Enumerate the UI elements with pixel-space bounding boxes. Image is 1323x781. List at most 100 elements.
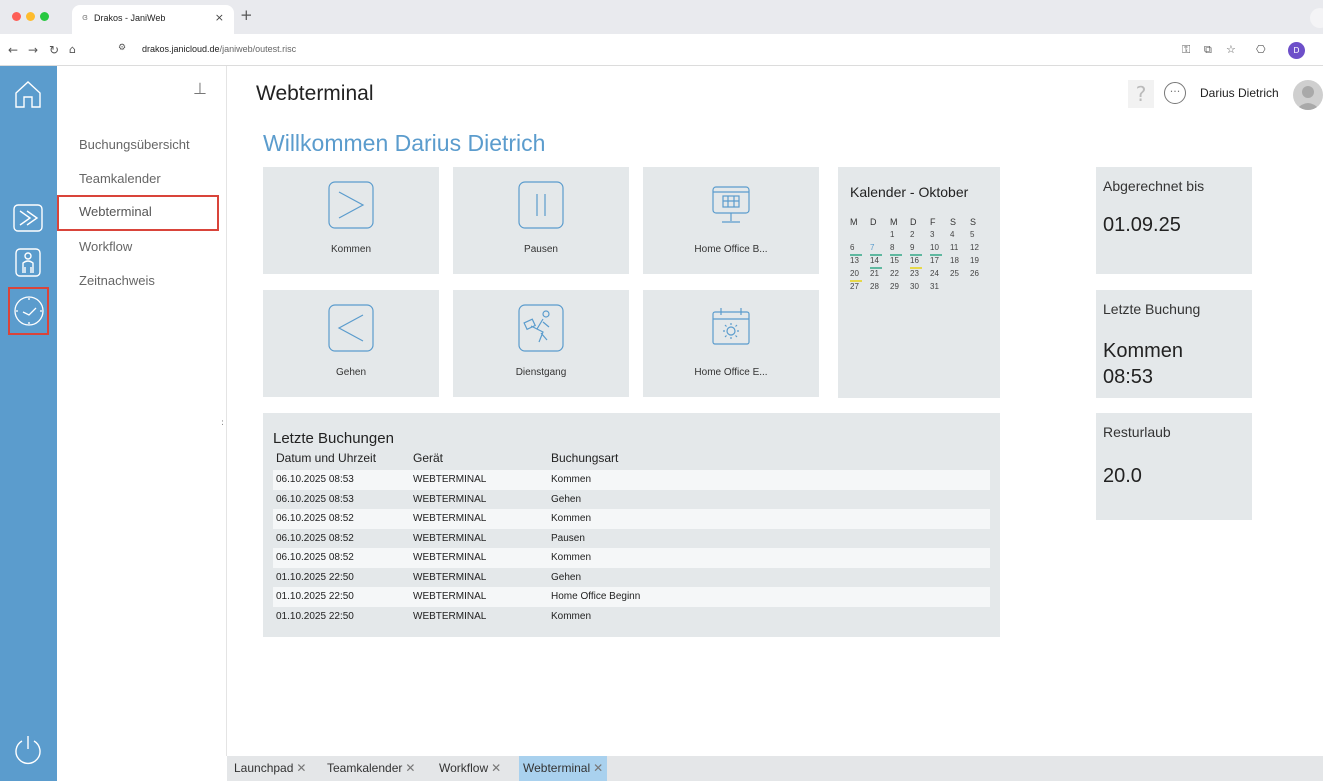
calendar-day[interactable]: 11 bbox=[950, 243, 970, 256]
close-icon[interactable]: ✕ bbox=[491, 761, 501, 775]
user-avatar[interactable] bbox=[1293, 80, 1323, 110]
sidebar-nav: ⊥ Buchungsübersicht Teamkalender Webterm… bbox=[57, 66, 227, 756]
bottom-tab-workflow[interactable]: Workflow ✕ bbox=[435, 756, 505, 781]
tile-gehen[interactable]: Gehen bbox=[263, 290, 439, 397]
table-cell: WEBTERMINAL bbox=[413, 571, 487, 583]
calendar-day[interactable]: 20 bbox=[850, 269, 870, 282]
calendar-day[interactable]: 30 bbox=[910, 282, 930, 295]
calendar-day[interactable]: 29 bbox=[890, 282, 910, 295]
chat-icon[interactable]: ··· bbox=[1164, 82, 1186, 104]
calendar-day[interactable]: 31 bbox=[930, 282, 950, 295]
table-row[interactable]: 06.10.2025 08:52 WEBTERMINAL Pausen bbox=[273, 529, 990, 549]
tile-label: Gehen bbox=[335, 367, 367, 378]
help-icon[interactable]: ? bbox=[1128, 80, 1154, 108]
table-row[interactable]: 01.10.2025 22:50 WEBTERMINAL Kommen bbox=[273, 607, 990, 627]
window-close-button[interactable] bbox=[12, 12, 21, 21]
calendar-day[interactable]: 16 bbox=[910, 256, 930, 269]
calendar-day[interactable]: 1 bbox=[890, 230, 910, 243]
favicon-icon: ɞ bbox=[82, 13, 88, 23]
clock-icon[interactable] bbox=[8, 287, 49, 335]
calendar-day[interactable]: 22 bbox=[890, 269, 910, 282]
back-icon[interactable]: ← bbox=[8, 43, 18, 57]
calendar-widget: Kalender - Oktober M D M D F S S 1 2 3 4 5 6 7 8 9 10 11 1… bbox=[838, 167, 1000, 398]
browser-tab[interactable]: ɞ Drakos - JaniWeb × bbox=[72, 5, 234, 34]
tile-label: Kommen bbox=[330, 244, 371, 255]
calendar-day[interactable]: 13 bbox=[850, 256, 870, 269]
browser-tab-strip: ɞ Drakos - JaniWeb × + bbox=[0, 0, 1323, 34]
extensions-icon[interactable]: ⎔ bbox=[1256, 43, 1266, 56]
bottom-tab-launchpad[interactable]: Launchpad ✕ bbox=[230, 756, 310, 781]
power-icon[interactable] bbox=[10, 732, 46, 768]
sidebar-item-workflow[interactable]: Workflow bbox=[57, 230, 219, 264]
calendar-day[interactable]: 4 bbox=[950, 230, 970, 243]
person-badge-icon[interactable] bbox=[10, 244, 46, 280]
window-zoom-button[interactable] bbox=[40, 12, 49, 21]
monitor-sun-icon bbox=[712, 308, 750, 345]
close-icon[interactable]: ✕ bbox=[296, 761, 306, 775]
home-icon[interactable]: ⌂ bbox=[69, 43, 76, 56]
calendar-day[interactable]: 3 bbox=[930, 230, 950, 243]
calendar-day[interactable]: 10 bbox=[930, 243, 950, 256]
calendar-day[interactable]: 21 bbox=[870, 269, 890, 282]
calendar-day[interactable]: 19 bbox=[970, 256, 990, 269]
table-row[interactable]: 06.10.2025 08:53 WEBTERMINAL Gehen bbox=[273, 490, 990, 510]
calendar-day[interactable]: 2 bbox=[910, 230, 930, 243]
table-cell: WEBTERMINAL bbox=[413, 532, 487, 544]
table-row[interactable]: 06.10.2025 08:53 WEBTERMINAL Kommen bbox=[273, 470, 990, 490]
sidebar-item-webterminal[interactable]: Webterminal bbox=[57, 195, 219, 231]
close-icon[interactable]: ✕ bbox=[405, 761, 415, 775]
star-icon[interactable]: ☆ bbox=[1226, 43, 1236, 56]
tile-kommen[interactable]: Kommen bbox=[263, 167, 439, 274]
site-settings-icon[interactable]: ⚙ bbox=[118, 43, 126, 53]
calendar-day[interactable]: 27 bbox=[850, 282, 870, 295]
calendar-day[interactable]: 26 bbox=[970, 269, 990, 282]
table-cell: WEBTERMINAL bbox=[413, 552, 487, 563]
tile-dienstgang[interactable]: Dienstgang bbox=[453, 290, 629, 397]
calendar-day[interactable]: 9 bbox=[910, 243, 930, 256]
calendar-day[interactable]: 15 bbox=[890, 256, 910, 269]
table-cell: WEBTERMINAL bbox=[413, 474, 487, 485]
sidebar-item-teamkalender[interactable]: Teamkalender bbox=[57, 162, 219, 196]
calendar-day[interactable]: 18 bbox=[950, 256, 970, 269]
window-minimize-button[interactable] bbox=[26, 12, 35, 21]
new-tab-button[interactable]: + bbox=[240, 6, 253, 24]
user-name[interactable]: Darius Dietrich bbox=[1200, 86, 1279, 100]
table-row[interactable]: 01.10.2025 22:50 WEBTERMINAL Gehen bbox=[273, 568, 990, 588]
url-field[interactable]: ⚙ drakos.janicloud.de/janiweb/outest.ris… bbox=[112, 38, 1262, 62]
sidebar-item-buchungsuebersicht[interactable]: Buchungsübersicht bbox=[57, 128, 219, 162]
key-icon[interactable]: ⚿ bbox=[1182, 43, 1190, 57]
profile-avatar[interactable]: D bbox=[1288, 42, 1305, 59]
calendar-day[interactable]: 23 bbox=[910, 269, 930, 282]
bottom-tab-webterminal[interactable]: Webterminal ✕ bbox=[519, 756, 608, 781]
table-row[interactable]: 06.10.2025 08:52 WEBTERMINAL Kommen bbox=[273, 548, 990, 568]
forward-icon[interactable]: → bbox=[28, 43, 38, 57]
pin-icon[interactable]: ⊥ bbox=[193, 79, 207, 98]
close-icon[interactable]: ✕ bbox=[593, 761, 603, 775]
calendar-day[interactable]: 14 bbox=[870, 256, 890, 269]
calendar-day[interactable]: 28 bbox=[870, 282, 890, 295]
calendar-day[interactable]: 12 bbox=[970, 243, 990, 256]
tile-home-office-ende[interactable]: Home Office E... bbox=[643, 290, 819, 397]
table-row[interactable]: 06.10.2025 08:52 WEBTERMINAL Kommen bbox=[273, 509, 990, 529]
browser-tab-close-button[interactable]: × bbox=[215, 11, 224, 24]
terminal-arrow-icon[interactable] bbox=[10, 200, 46, 236]
calendar-day[interactable]: 25 bbox=[950, 269, 970, 282]
tile-pausen[interactable]: Pausen bbox=[453, 167, 629, 274]
calendar-day[interactable]: 24 bbox=[930, 269, 950, 282]
reload-icon[interactable]: ↻ bbox=[49, 43, 59, 57]
column-header-geraet: Gerät bbox=[413, 451, 444, 465]
sidebar-resize-handle[interactable]: : bbox=[221, 418, 224, 428]
calendar-day[interactable]: 6 bbox=[850, 243, 870, 256]
calendar-title: Kalender - Oktober bbox=[850, 184, 969, 200]
home-icon[interactable] bbox=[10, 76, 46, 112]
cast-icon[interactable]: ⧉ bbox=[1204, 43, 1212, 57]
table-row[interactable]: 01.10.2025 22:50 WEBTERMINAL Home Office B… bbox=[273, 587, 990, 607]
bottom-tab-teamkalender[interactable]: Teamkalender ✕ bbox=[323, 756, 419, 781]
calendar-day[interactable]: 17 bbox=[930, 256, 950, 269]
calendar-day[interactable]: 5 bbox=[970, 230, 990, 243]
tile-label: Home Office B... bbox=[694, 244, 768, 255]
sidebar-item-zeitnachweis[interactable]: Zeitnachweis bbox=[57, 264, 219, 298]
calendar-day[interactable]: 7 bbox=[870, 243, 890, 256]
calendar-day[interactable]: 8 bbox=[890, 243, 910, 256]
tile-home-office-beginn[interactable]: Home Office B... bbox=[643, 167, 819, 274]
